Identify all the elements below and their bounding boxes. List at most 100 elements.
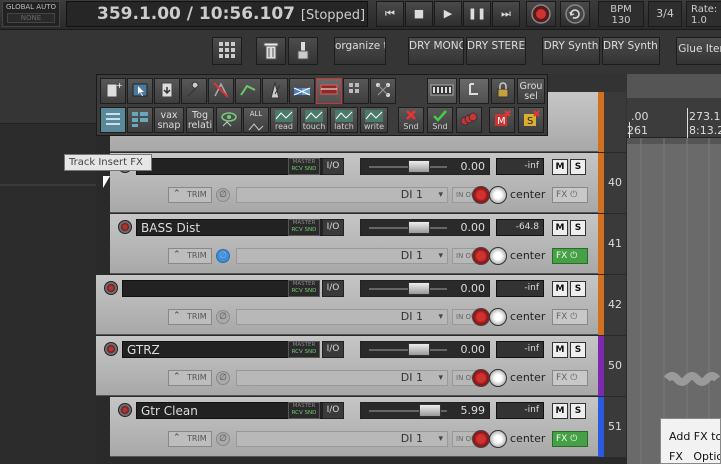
phase-invert-button[interactable]: ∅	[216, 432, 230, 446]
mixer-button[interactable]	[427, 78, 457, 104]
solo-button[interactable]: S	[570, 159, 586, 175]
grid-snap-button[interactable]	[343, 78, 369, 104]
track-50[interactable]: GTRZ MASTER RCV SND I/O 0.00 -inf M S 50 …	[96, 336, 626, 396]
mute-button[interactable]: M	[552, 281, 568, 297]
fader-knob[interactable]	[407, 282, 430, 295]
fx-bypass-icon[interactable]: ⏻	[570, 312, 577, 322]
show-envelopes-button[interactable]	[216, 107, 242, 133]
insert-track-button[interactable]: +	[100, 78, 126, 104]
record-mode-button[interactable]	[472, 247, 490, 265]
playrate-control[interactable]: Rate: 1.0	[686, 1, 721, 27]
toggle-relative-button[interactable]: Tog relati	[186, 107, 214, 133]
record-mode-button[interactable]	[472, 186, 490, 204]
auto-touch-button[interactable]: touch	[300, 107, 328, 133]
volume-fader[interactable]: 0.00	[360, 280, 490, 297]
phase-invert-button[interactable]: ∅	[216, 249, 230, 263]
auto-latch-button[interactable]: latch	[330, 107, 358, 133]
input-select[interactable]: DI 1	[236, 370, 448, 386]
fx-bypass-icon[interactable]: ⏻	[570, 434, 577, 444]
input-select[interactable]: DI 1	[236, 187, 448, 203]
configure-button[interactable]	[181, 78, 207, 104]
record-mode-button[interactable]	[472, 308, 490, 326]
dry-mono-button[interactable]: DRY MONO	[408, 37, 464, 65]
unmute-all-button[interactable]: M	[489, 107, 515, 133]
import-button[interactable]	[154, 78, 180, 104]
fader-knob[interactable]	[419, 404, 442, 417]
repeat-button[interactable]	[560, 1, 590, 27]
pan-knob[interactable]	[489, 369, 507, 387]
fader-knob[interactable]	[407, 343, 430, 356]
phase-invert-button[interactable]: ∅	[216, 310, 230, 324]
go-to-end-button[interactable]: ⏭	[492, 1, 520, 27]
popup-menu-options[interactable]: Optio	[693, 450, 720, 463]
volume-fader[interactable]: 0.00	[360, 341, 490, 358]
fx-button[interactable]: FX ⏻	[552, 309, 588, 325]
record-arm-button[interactable]	[104, 342, 118, 356]
time-signature[interactable]: 3/4	[648, 1, 682, 27]
lock-button[interactable]	[491, 78, 515, 104]
record-mode-button[interactable]	[472, 430, 490, 448]
fx-button[interactable]: FX ⏻	[552, 431, 588, 447]
dry-stereo-button[interactable]: DRY STEREO	[466, 37, 526, 65]
time-display[interactable]: 359.1.00 / 10:56.107 [Stopped]	[66, 1, 368, 27]
add-fx-popup[interactable]: Add FX to FX Optio	[660, 418, 721, 464]
routing-io-button[interactable]: I/O	[322, 280, 344, 297]
input-select[interactable]: DI 1	[236, 309, 448, 325]
mute-button[interactable]: M	[552, 403, 568, 419]
track-view-button[interactable]	[100, 107, 126, 133]
glue-items-button[interactable]: Glue Iter	[676, 37, 721, 65]
fader-knob[interactable]	[407, 221, 430, 234]
master-send-indicator[interactable]: MASTER RCV SND	[288, 219, 320, 236]
global-auto-button[interactable]: GLOBAL AUTO NONE	[2, 1, 60, 27]
peak-meter[interactable]: -inf	[496, 158, 544, 175]
dry-synth-button[interactable]: DRY Synth	[542, 37, 600, 65]
track-42[interactable]: MASTERRCV SND I/O 0.00 -inf M S 42 TRIM …	[96, 275, 626, 335]
peak-meter[interactable]: -inf	[496, 280, 544, 297]
fx-bypass-icon[interactable]: ⏻	[570, 251, 577, 261]
fx-button[interactable]: FX ⏻	[552, 248, 588, 264]
input-select[interactable]: DI 1	[236, 431, 448, 447]
fx-button[interactable]: FX ⏻	[552, 370, 588, 386]
organize-tracks-button[interactable]: organize tracks	[334, 37, 386, 65]
track-51[interactable]: Gtr Clean MASTER RCV SND I/O 5.99 -inf M …	[110, 397, 626, 457]
track-40[interactable]: MASTERRCV SND I/O 0.00 -inf M S 40 TRIM …	[110, 153, 626, 213]
solo-button[interactable]: S	[570, 342, 586, 358]
popup-menu-fx[interactable]: FX	[669, 450, 683, 463]
pan-knob[interactable]	[489, 308, 507, 326]
track-41[interactable]: BASS Dist MASTER RCV SND I/O 0.00 -64.8 M…	[110, 214, 626, 274]
brush-button[interactable]	[288, 37, 318, 65]
timeline-ruler[interactable]: .00 261 273.1 8:13.2	[627, 98, 721, 138]
volume-fader[interactable]: 0.00	[360, 219, 490, 236]
all-envelopes-button[interactable]: ALL	[243, 107, 269, 133]
auto-write-button[interactable]: write	[360, 107, 388, 133]
master-send-indicator[interactable]: MASTER RCV SND	[288, 158, 320, 175]
trim-button[interactable]: TRIM	[168, 187, 212, 203]
routing-io-button[interactable]: I/O	[322, 341, 344, 358]
envelope-points-button[interactable]	[235, 78, 261, 104]
record-arm-button[interactable]	[118, 403, 132, 417]
trim-button[interactable]: TRIM	[168, 370, 212, 386]
mute-button[interactable]: M	[552, 220, 568, 236]
peak-meter[interactable]: -64.8	[496, 219, 544, 236]
record-arm-all-button[interactable]	[456, 107, 482, 133]
record-button[interactable]	[526, 1, 556, 27]
solo-button[interactable]: S	[570, 281, 586, 297]
phase-invert-button[interactable]: ∅	[216, 188, 230, 202]
master-send-indicator[interactable]: MASTER RCV SND	[288, 280, 320, 297]
peak-meter[interactable]: -inf	[496, 341, 544, 358]
stop-button[interactable]: ■	[405, 1, 433, 27]
pan-knob[interactable]	[489, 430, 507, 448]
play-button[interactable]: ▶	[434, 1, 462, 27]
pause-button[interactable]: ❚❚	[463, 1, 491, 27]
metronome-button[interactable]	[262, 78, 288, 104]
volume-fader[interactable]: 5.99	[360, 402, 490, 419]
phase-invert-button[interactable]: ∅	[216, 371, 230, 385]
pan-knob[interactable]	[489, 186, 507, 204]
record-mode-button[interactable]	[472, 369, 490, 387]
loop-region-button[interactable]	[316, 78, 342, 104]
track-layout-button[interactable]	[127, 107, 153, 133]
trash-button[interactable]	[256, 37, 286, 65]
routing-io-button[interactable]: I/O	[322, 219, 344, 236]
fx-bypass-icon[interactable]: ⏻	[570, 373, 577, 383]
grid-button[interactable]	[212, 37, 242, 65]
